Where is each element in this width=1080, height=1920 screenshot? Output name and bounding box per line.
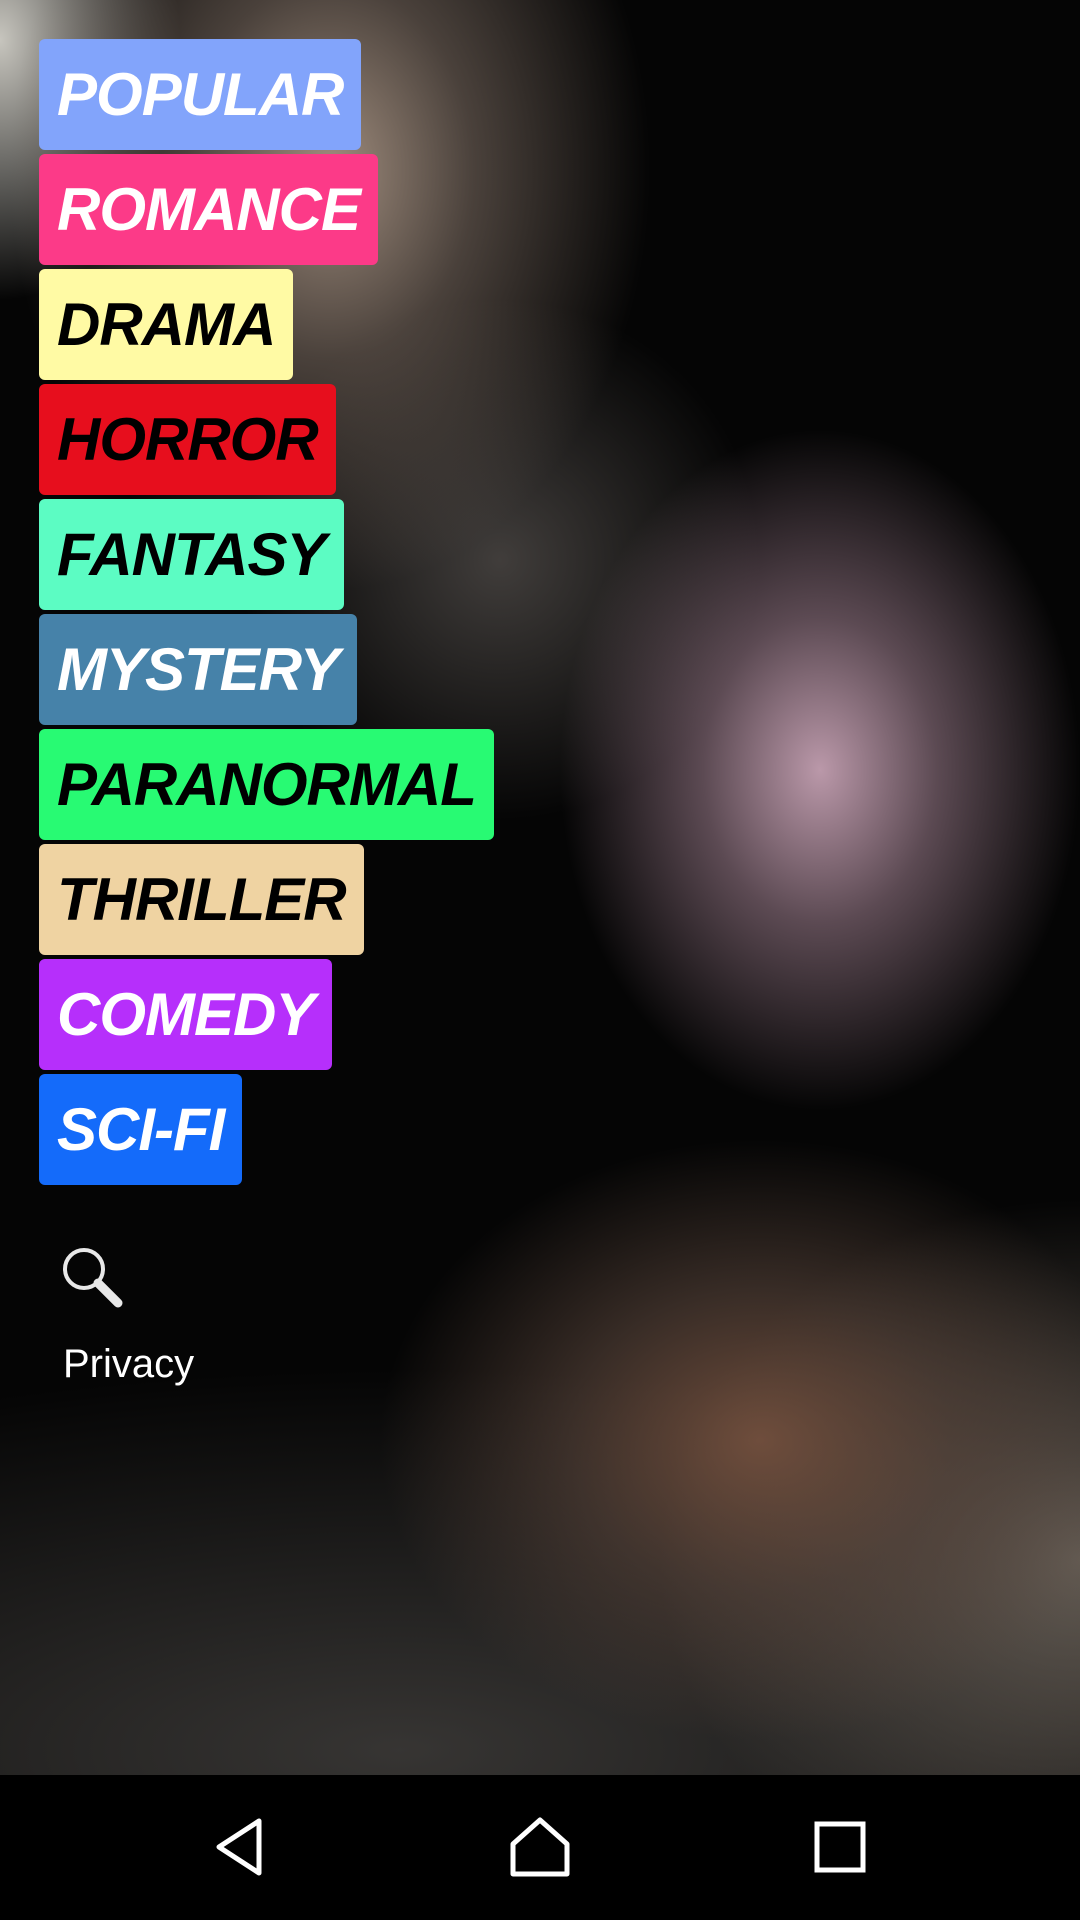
genre-tag-fantasy[interactable]: FANTASY (39, 499, 344, 610)
genre-tag-paranormal[interactable]: PARANORMAL (39, 729, 494, 840)
nav-home-button[interactable] (490, 1797, 590, 1897)
genre-item: THRILLER (39, 844, 494, 959)
genre-item: DRAMA (39, 269, 494, 384)
home-icon (510, 1817, 570, 1877)
genre-list: POPULAR ROMANCE DRAMA HORROR FANTASY MYSTERY P… (39, 39, 494, 1189)
genre-tag-popular[interactable]: POPULAR (39, 39, 362, 150)
genre-item: HORROR (39, 384, 494, 499)
genre-item: FANTASY (39, 499, 494, 614)
genre-tag-comedy[interactable]: COMEDY (39, 959, 333, 1070)
genre-item: SCI-FI (39, 1074, 494, 1189)
screen: POPULAR ROMANCE DRAMA HORROR FANTASY MYSTERY P… (0, 0, 1080, 1920)
genre-tag-horror[interactable]: HORROR (39, 384, 336, 495)
privacy-link[interactable]: Privacy (63, 1338, 194, 1390)
genre-item: COMEDY (39, 959, 494, 1074)
back-icon (216, 1818, 262, 1876)
genre-item: PARANORMAL (39, 729, 494, 844)
search-button[interactable] (60, 1245, 126, 1311)
system-navigation-bar (0, 1775, 1080, 1920)
recents-icon (814, 1821, 866, 1873)
nav-back-button[interactable] (191, 1797, 291, 1897)
genre-item: MYSTERY (39, 614, 494, 729)
genre-item: ROMANCE (39, 154, 494, 269)
genre-tag-mystery[interactable]: MYSTERY (39, 614, 357, 725)
genre-tag-drama[interactable]: DRAMA (39, 269, 294, 380)
genre-tag-sci-fi[interactable]: SCI-FI (39, 1074, 243, 1185)
nav-recents-button[interactable] (790, 1797, 890, 1897)
genre-tag-thriller[interactable]: THRILLER (39, 844, 364, 955)
genre-item: POPULAR (39, 39, 494, 154)
search-icon (63, 1248, 123, 1308)
genre-tag-romance[interactable]: ROMANCE (39, 154, 378, 265)
